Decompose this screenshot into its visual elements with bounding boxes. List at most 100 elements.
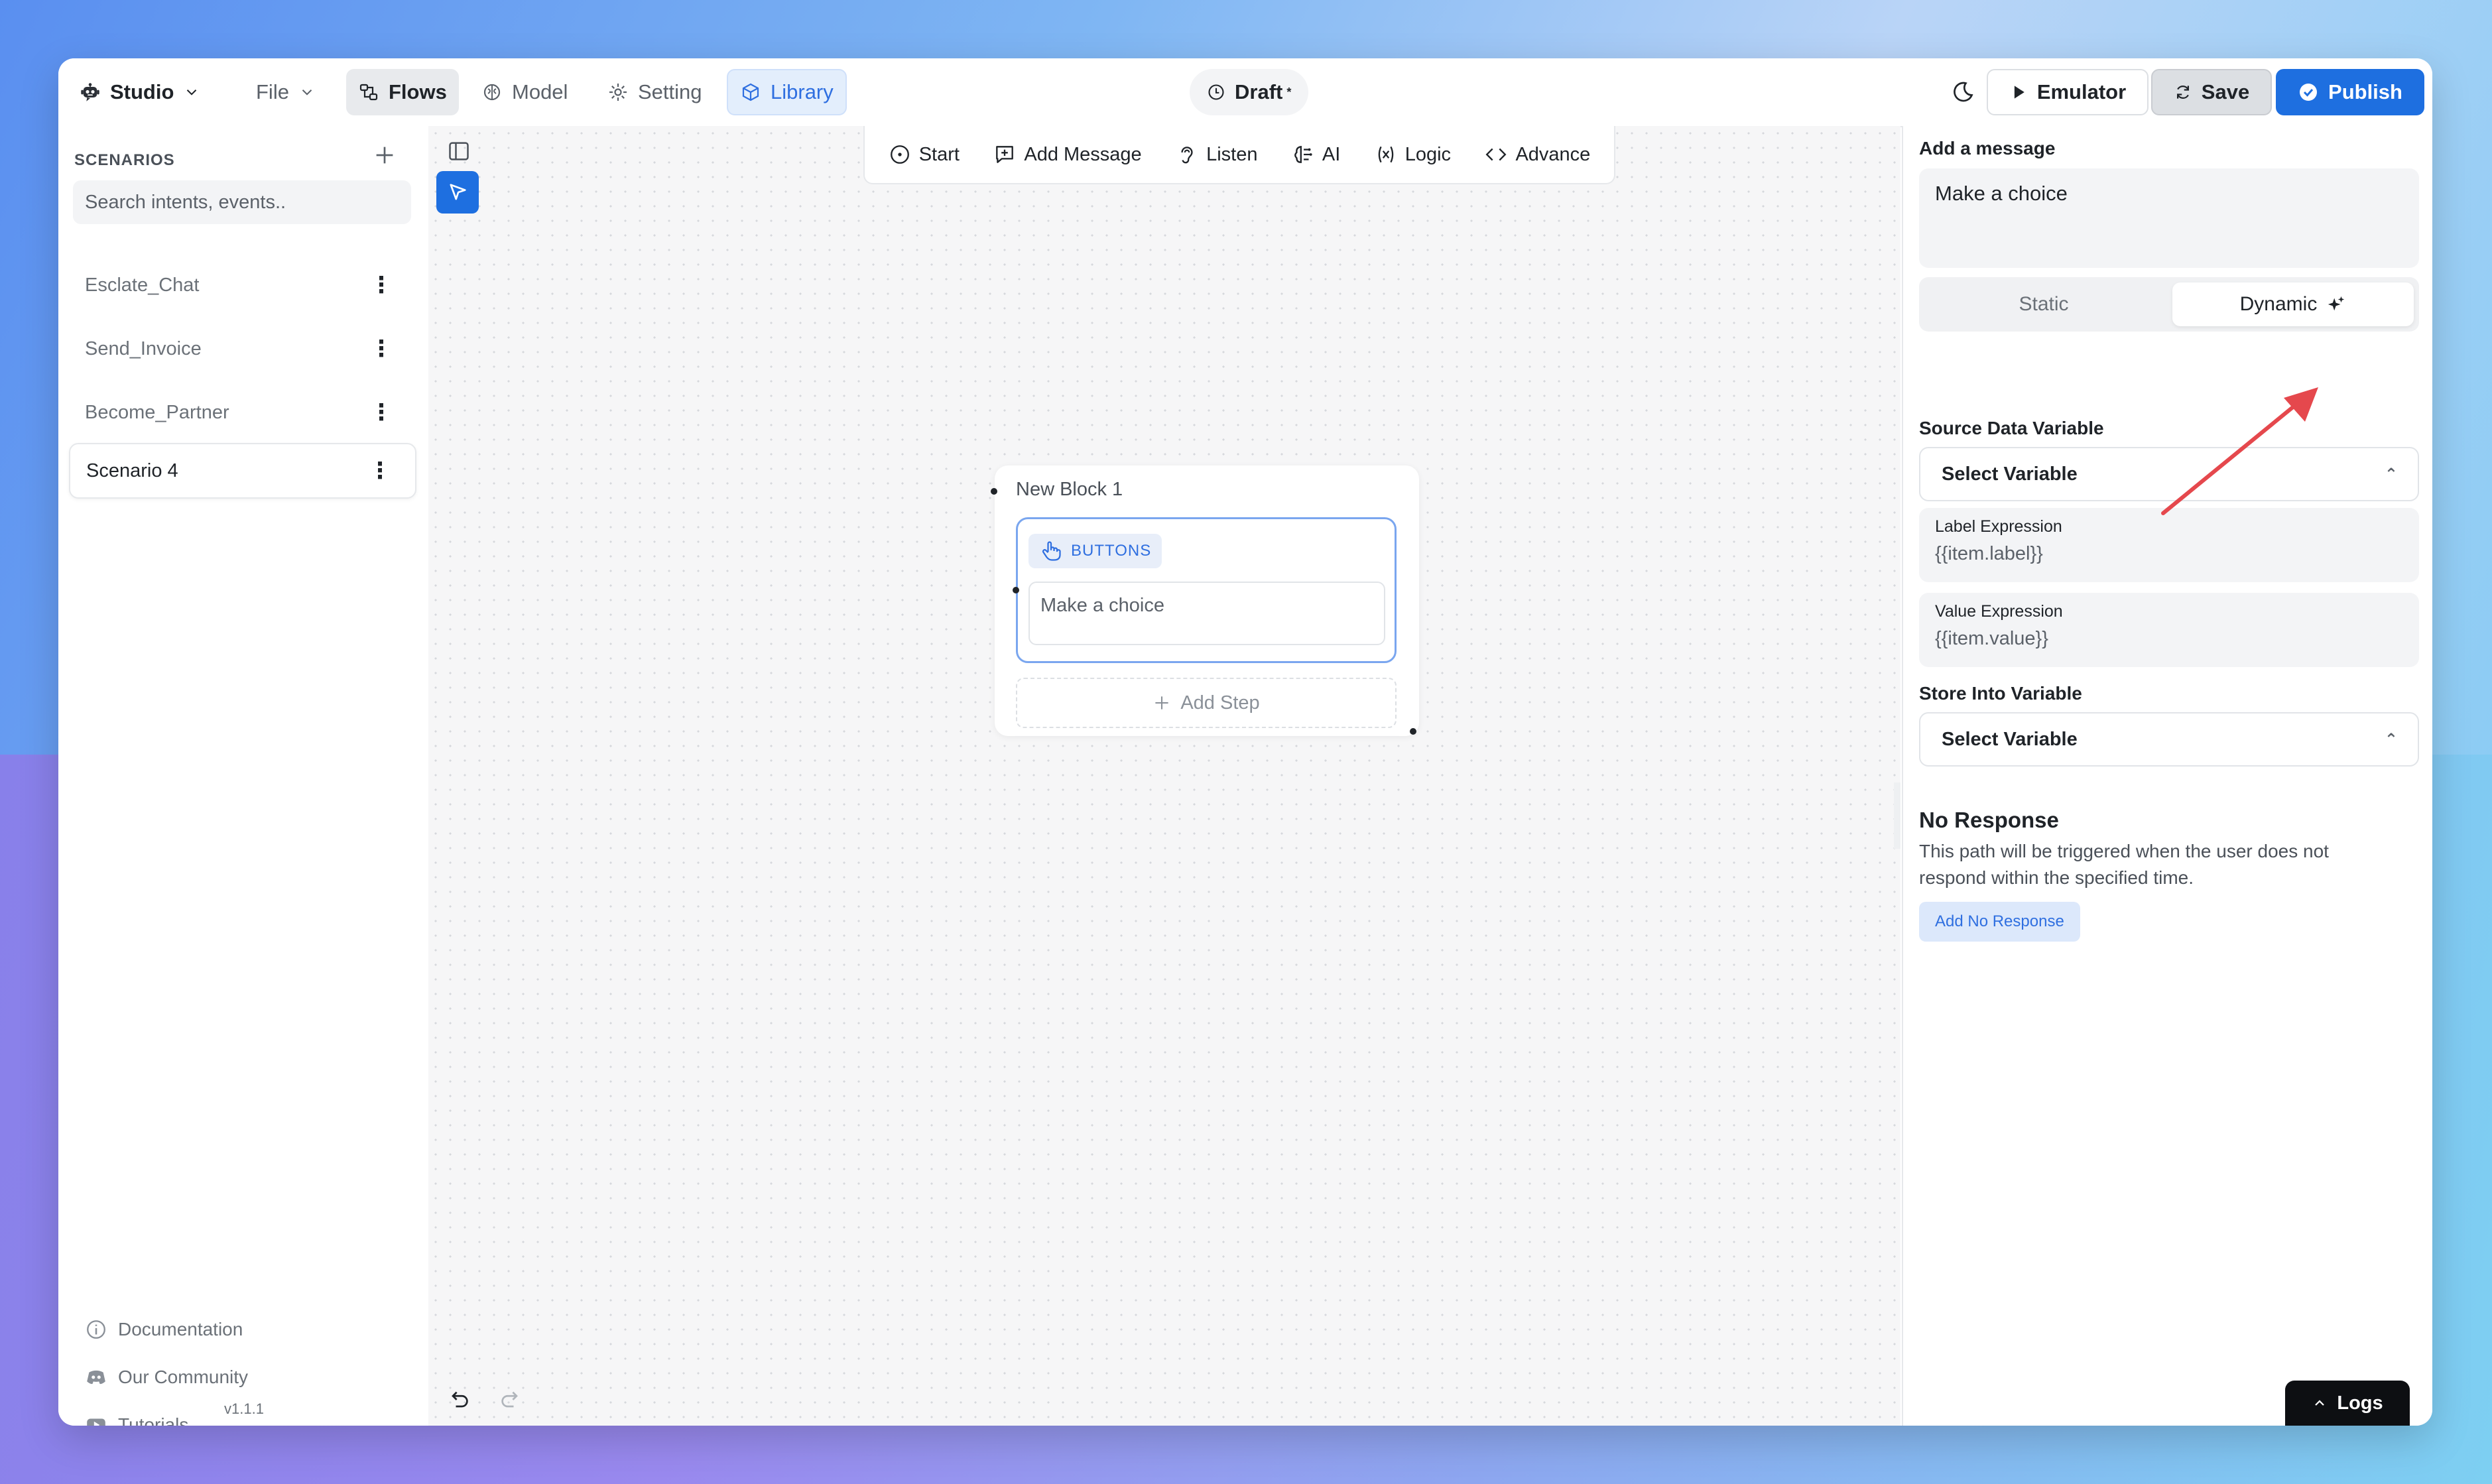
status-badge[interactable]: Draft * — [1190, 69, 1309, 115]
flow-block[interactable]: New Block 1 BUTTONS Make a choice Add St… — [991, 465, 1419, 736]
scenario-item-active[interactable]: Scenario 4 ⋮ — [69, 443, 416, 499]
file-menu[interactable]: File — [244, 69, 328, 115]
code-icon — [1485, 148, 1507, 161]
sparkles-icon — [2328, 296, 2345, 311]
status-text: Draft — [1235, 80, 1283, 103]
add-step-button[interactable]: Add Step — [1016, 678, 1397, 728]
label-expression-value: {{item.label}} — [1935, 543, 2043, 564]
scenario-item[interactable]: Become_Partner ⋮ — [69, 385, 416, 440]
ai-button[interactable]: AI — [1292, 143, 1340, 166]
documentation-link[interactable]: Documentation — [85, 1318, 243, 1341]
advance-button[interactable]: Advance — [1485, 143, 1590, 166]
tab-model[interactable]: Model — [469, 69, 580, 115]
flow-canvas[interactable]: Start Add Message Listen AI Logic Advanc… — [428, 126, 1900, 1426]
panel-resize-handle[interactable] — [1894, 782, 1900, 849]
emulator-button[interactable]: Emulator — [1987, 69, 2149, 115]
tab-flows[interactable]: Flows — [346, 69, 459, 115]
dynamic-label: Dynamic — [2239, 293, 2318, 315]
message-textarea[interactable]: Make a choice — [1919, 168, 2419, 268]
tab-setting[interactable]: Setting — [595, 69, 714, 115]
value-expression-title: Value Expression — [1935, 602, 2063, 621]
top-bar: Studio File Flows Model Setting Library … — [58, 58, 2432, 127]
listen-button[interactable]: Listen — [1176, 143, 1257, 166]
add-scenario-button[interactable] — [373, 143, 397, 172]
add-step-label: Add Step — [1180, 692, 1260, 713]
step-message[interactable]: Make a choice — [1028, 582, 1385, 645]
sidebar-toggle-icon[interactable] — [447, 139, 471, 163]
tutorials-link[interactable]: Tutorials — [85, 1414, 188, 1426]
theme-toggle[interactable] — [1942, 69, 1984, 115]
discord-icon — [87, 1370, 105, 1385]
pointer-icon — [450, 184, 466, 200]
save-button[interactable]: Save — [2151, 69, 2272, 115]
ai-label: AI — [1322, 143, 1341, 165]
logic-label: Logic — [1404, 143, 1452, 165]
no-response-title: No Response — [1919, 808, 2059, 832]
scenario-label: Send_Invoice — [85, 338, 202, 359]
publish-label: Publish — [2328, 80, 2402, 103]
buttons-step[interactable]: BUTTONS Make a choice — [1013, 517, 1397, 663]
more-vertical-icon[interactable]: ⋮ — [370, 272, 393, 298]
more-vertical-icon[interactable]: ⋮ — [369, 458, 391, 484]
chevron-updown-icon: ⌃ — [2384, 465, 2398, 483]
check-circle-icon — [2300, 84, 2318, 101]
start-circle-icon — [890, 145, 909, 164]
tutorials-label: Tutorials — [118, 1414, 189, 1426]
logs-label: Logs — [2337, 1392, 2383, 1414]
hand-pointer-icon — [1042, 541, 1061, 561]
scenarios-sidebar: SCENARIOS Esclate_Chat ⋮ Send_Invoice ⋮ … — [58, 126, 430, 1426]
value-expression-value: {{item.value}} — [1935, 628, 2048, 649]
add-no-response-button[interactable]: Add No Response — [1919, 902, 2080, 942]
robot-logo-icon — [81, 83, 99, 101]
search-input[interactable] — [73, 180, 411, 224]
ai-brain-icon — [1294, 145, 1312, 163]
store-variable-select[interactable]: Select Variable ⌃ — [1919, 712, 2419, 767]
moon-icon — [1954, 82, 1973, 102]
scenario-label: Scenario 4 — [86, 460, 178, 481]
block-title: New Block 1 — [1016, 479, 1123, 500]
gear-icon — [609, 84, 627, 101]
source-variable-select[interactable]: Select Variable ⌃ — [1919, 447, 2419, 501]
label-expression-field[interactable]: Label Expression {{item.label}} — [1919, 508, 2419, 582]
publish-button[interactable]: Publish — [2276, 69, 2424, 115]
setting-label: Setting — [638, 80, 702, 103]
step-type-tag: BUTTONS — [1028, 534, 1162, 568]
select-tool-button[interactable] — [436, 171, 479, 214]
more-vertical-icon[interactable]: ⋮ — [370, 399, 393, 426]
refresh-icon — [2176, 85, 2189, 99]
add-message-label: Add a message — [1919, 138, 2056, 158]
clock-icon — [1208, 84, 1224, 100]
studio-menu[interactable]: Studio — [73, 69, 207, 115]
scenario-item[interactable]: Esclate_Chat ⋮ — [69, 257, 416, 313]
app-window: Studio File Flows Model Setting Library … — [58, 58, 2432, 1426]
youtube-icon — [87, 1418, 105, 1426]
scenario-item[interactable]: Send_Invoice ⋮ — [69, 321, 416, 377]
tab-library[interactable]: Library — [727, 69, 847, 115]
block-connector-dot[interactable] — [991, 488, 997, 495]
block-resize-dot[interactable] — [1410, 728, 1416, 735]
value-expression-field[interactable]: Value Expression {{item.value}} — [1919, 593, 2419, 667]
logs-button[interactable]: Logs — [2285, 1381, 2410, 1426]
community-label: Our Community — [118, 1367, 249, 1387]
plus-icon — [1155, 696, 1168, 710]
advance-label: Advance — [1515, 143, 1591, 165]
message-plus-icon — [996, 146, 1014, 163]
file-label: File — [256, 80, 289, 103]
step-connector-dot[interactable] — [1013, 587, 1019, 593]
cube-icon — [742, 83, 759, 101]
source-variable-label: Source Data Variable — [1919, 418, 2104, 438]
status-mark: * — [1286, 85, 1292, 99]
more-vertical-icon[interactable]: ⋮ — [370, 336, 393, 362]
logic-button[interactable]: Logic — [1375, 143, 1451, 166]
flows-label: Flows — [389, 80, 447, 103]
redo-icon[interactable] — [499, 1389, 523, 1412]
start-step-button[interactable]: Start — [889, 143, 960, 166]
add-message-button[interactable]: Add Message — [993, 143, 1142, 166]
scenario-label: Become_Partner — [85, 401, 229, 423]
static-tab[interactable]: Static — [1919, 277, 2168, 332]
undo-icon[interactable] — [447, 1389, 471, 1412]
chevron-up-icon — [2315, 1400, 2325, 1406]
dynamic-tab[interactable]: Dynamic — [2172, 282, 2414, 326]
community-link[interactable]: Our Community — [85, 1366, 248, 1389]
mode-segmented-control: Static Dynamic — [1919, 277, 2419, 332]
